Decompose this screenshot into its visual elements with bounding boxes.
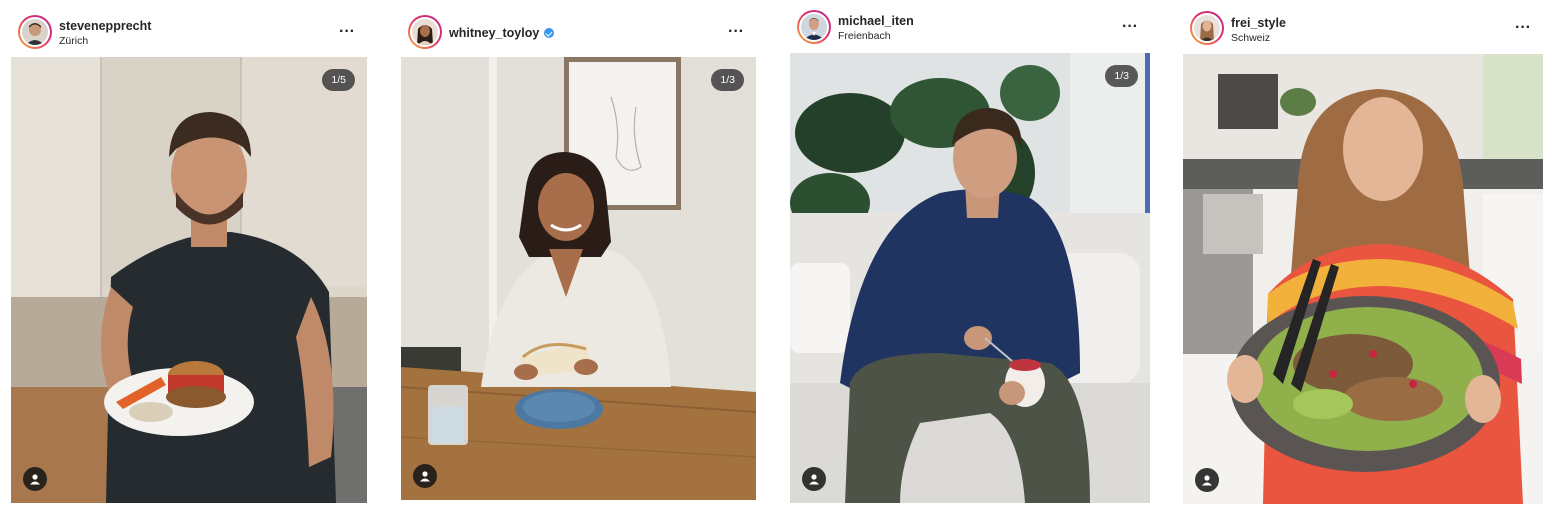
post-header: whitney_toyloy ··· (401, 0, 756, 56)
username-text[interactable]: stevenepprecht (59, 19, 151, 33)
post-image[interactable]: 1/5 (11, 57, 367, 503)
more-options-button[interactable]: ··· (1515, 20, 1531, 36)
carousel-counter: 1/5 (322, 69, 355, 91)
username[interactable]: michael_iten (838, 14, 914, 28)
user-tag-icon (420, 471, 430, 482)
post-image[interactable]: 1/3 (790, 53, 1150, 503)
username[interactable]: stevenepprecht (59, 19, 151, 33)
post-header: stevenepprecht Zürich ··· (11, 0, 367, 56)
post-image[interactable]: 1/3 (401, 57, 756, 500)
post-image[interactable] (1183, 54, 1543, 504)
user-tag-icon (809, 474, 819, 485)
carousel-counter: 1/3 (711, 69, 744, 91)
more-options-button[interactable]: ··· (728, 24, 744, 40)
more-options-button[interactable]: ··· (1122, 19, 1138, 35)
carousel-counter: 1/3 (1105, 65, 1138, 87)
username-text[interactable]: michael_iten (838, 14, 914, 28)
user-tag-button[interactable] (413, 464, 437, 488)
post-2: whitney_toyloy ··· 1/3 (401, 0, 756, 508)
location[interactable]: Freienbach (838, 30, 891, 42)
user-tag-button[interactable] (23, 467, 47, 491)
user-tag-button[interactable] (802, 467, 826, 491)
avatar[interactable] (1190, 11, 1224, 45)
user-tag-icon (30, 474, 40, 485)
avatar[interactable] (408, 15, 442, 49)
more-options-button[interactable]: ··· (339, 24, 355, 40)
post-3: michael_iten Freienbach ··· 1/3 (790, 0, 1150, 508)
post-header: michael_iten Freienbach ··· (790, 0, 1150, 56)
user-tag-icon (1202, 475, 1212, 486)
avatar[interactable] (797, 10, 831, 44)
verified-badge-icon (544, 28, 555, 38)
username[interactable]: whitney_toyloy (449, 26, 555, 40)
post-4: frei_style Schweiz ··· (1183, 0, 1543, 508)
location[interactable]: Zürich (59, 35, 88, 47)
post-header: frei_style Schweiz ··· (1183, 0, 1543, 56)
user-tag-button[interactable] (1195, 468, 1219, 492)
avatar[interactable] (18, 15, 52, 49)
post-1: stevenepprecht Zürich ··· 1/5 (11, 0, 367, 508)
location[interactable]: Schweiz (1231, 32, 1270, 44)
username-text[interactable]: whitney_toyloy (449, 26, 539, 40)
username-text[interactable]: frei_style (1231, 16, 1286, 30)
username[interactable]: frei_style (1231, 16, 1286, 30)
